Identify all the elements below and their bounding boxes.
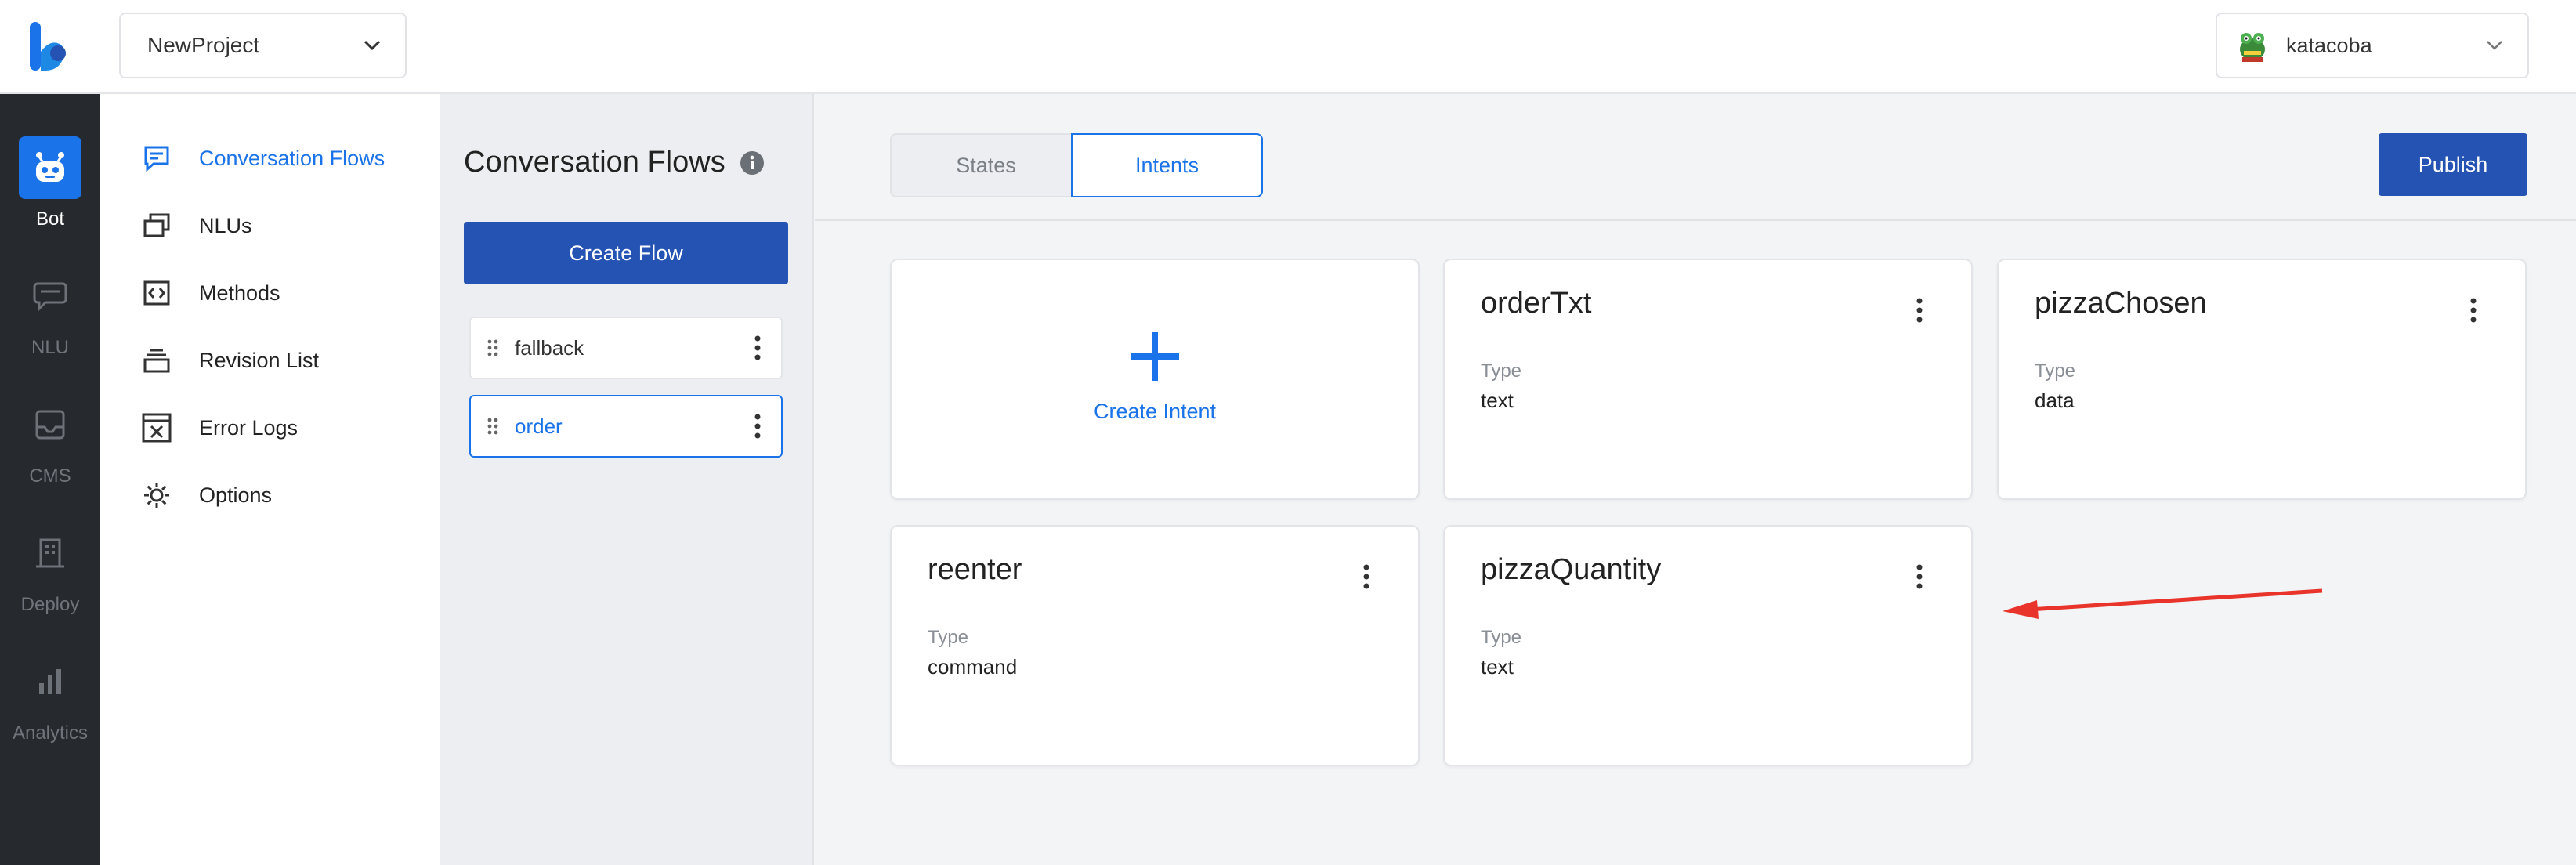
intent-type-label: Type xyxy=(1481,360,1522,382)
subnav-item-methods[interactable]: Methods xyxy=(139,270,280,317)
subnav-label: Conversation Flows xyxy=(199,146,385,170)
more-options-icon[interactable] xyxy=(2466,295,2481,326)
subnav-label: Error Logs xyxy=(199,415,298,440)
annotation-arrow xyxy=(2003,588,2323,619)
rail-label-deploy: Deploy xyxy=(20,594,80,615)
flow-item-fallback[interactable]: fallback xyxy=(469,317,783,379)
bot-icon xyxy=(19,136,81,199)
intent-card[interactable]: orderTxt Type text xyxy=(1443,259,1973,500)
subnav-label: Revision List xyxy=(199,348,320,372)
flows-panel: Conversation Flows Create Flow fallback … xyxy=(440,94,814,865)
intent-name: orderTxt xyxy=(1481,287,1592,320)
subnav-item-nlus[interactable]: NLUs xyxy=(139,202,252,249)
intent-type-label: Type xyxy=(928,627,969,648)
intent-type-value: text xyxy=(1481,389,1514,412)
rail-item-bot[interactable]: Bot xyxy=(0,136,100,246)
subnav-label: Options xyxy=(199,483,273,507)
subnav-item-revision-list[interactable]: Revision List xyxy=(139,337,319,384)
analytics-icon xyxy=(19,650,81,713)
code-icon xyxy=(139,276,174,310)
deploy-icon xyxy=(19,522,81,585)
info-icon[interactable] xyxy=(740,150,765,176)
rail-item-analytics[interactable]: Analytics xyxy=(0,650,100,760)
nlu-icon xyxy=(19,265,81,328)
tab-intents[interactable]: Intents xyxy=(1071,133,1263,197)
flow-label: fallback xyxy=(515,335,584,360)
flow-item-order[interactable]: order xyxy=(469,395,783,458)
chevron-down-icon xyxy=(2487,41,2502,50)
intent-name: reenter xyxy=(928,553,1022,586)
flow-label: order xyxy=(515,414,563,438)
flows-title-text: Conversation Flows xyxy=(464,146,725,179)
create-flow-button[interactable]: Create Flow xyxy=(464,222,788,284)
tab-states[interactable]: States xyxy=(890,133,1082,197)
project-name: NewProject xyxy=(147,33,260,57)
rail-label-cms: CMS xyxy=(29,465,71,487)
user-menu[interactable]: katacoba xyxy=(2216,13,2529,78)
subnav-label: Methods xyxy=(199,280,280,305)
more-options-icon[interactable] xyxy=(1912,561,1927,592)
more-options-icon[interactable] xyxy=(750,411,765,442)
rail-item-cms[interactable]: CMS xyxy=(0,393,100,503)
create-intent-card[interactable]: Create Intent xyxy=(890,259,1420,500)
intent-name: pizzaChosen xyxy=(2035,287,2207,320)
intent-card[interactable]: pizzaChosen Type data xyxy=(1997,259,2527,500)
avatar xyxy=(2240,33,2265,62)
project-selector[interactable]: NewProject xyxy=(119,13,407,78)
plus-icon xyxy=(1131,331,1179,381)
intent-card[interactable]: pizzaQuantity Type text xyxy=(1443,525,1973,766)
create-intent-label: Create Intent xyxy=(1093,399,1217,423)
flow-tabs-bar: States Intents Publish xyxy=(815,94,2576,221)
rail-label-analytics: Analytics xyxy=(12,722,89,744)
intent-type-value: data xyxy=(2035,389,2075,412)
intent-card[interactable]: reenter Type command xyxy=(890,525,1420,766)
intent-type-label: Type xyxy=(1481,627,1522,648)
intent-name: pizzaQuantity xyxy=(1481,553,1662,586)
intent-type-value: command xyxy=(928,655,1018,679)
error-log-icon xyxy=(139,411,174,445)
chat-icon xyxy=(139,141,174,176)
drag-handle-icon[interactable] xyxy=(485,416,501,436)
bot-subnav: Conversation Flows NLUs Methods Revision… xyxy=(100,94,440,865)
user-name: katacoba xyxy=(2286,33,2372,57)
subnav-item-conversation-flows[interactable]: Conversation Flows xyxy=(139,135,385,182)
top-bar: NewProject katacoba xyxy=(0,0,2576,94)
publish-button[interactable]: Publish xyxy=(2379,133,2527,196)
stack-icon xyxy=(139,343,174,378)
more-options-icon[interactable] xyxy=(750,332,765,364)
gear-icon xyxy=(139,478,174,512)
rail-item-nlu[interactable]: NLU xyxy=(0,265,100,375)
more-options-icon[interactable] xyxy=(1359,561,1374,592)
intent-type-label: Type xyxy=(2035,360,2076,382)
kata-logo[interactable] xyxy=(28,20,71,74)
cms-icon xyxy=(19,393,81,456)
main-nav-rail: Bot NLU CMS Deploy Analytics xyxy=(0,94,100,865)
drag-handle-icon[interactable] xyxy=(485,338,501,358)
subnav-item-options[interactable]: Options xyxy=(139,472,272,519)
nlu-stack-icon xyxy=(139,208,174,243)
subnav-label: NLUs xyxy=(199,213,252,237)
chevron-down-icon xyxy=(364,40,381,51)
rail-item-deploy[interactable]: Deploy xyxy=(0,522,100,632)
more-options-icon[interactable] xyxy=(1912,295,1927,326)
rail-label-bot: Bot xyxy=(35,208,65,230)
intent-type-value: text xyxy=(1481,655,1514,679)
flows-title: Conversation Flows xyxy=(464,146,765,179)
subnav-item-error-logs[interactable]: Error Logs xyxy=(139,404,298,451)
rail-label-nlu: NLU xyxy=(31,337,69,358)
